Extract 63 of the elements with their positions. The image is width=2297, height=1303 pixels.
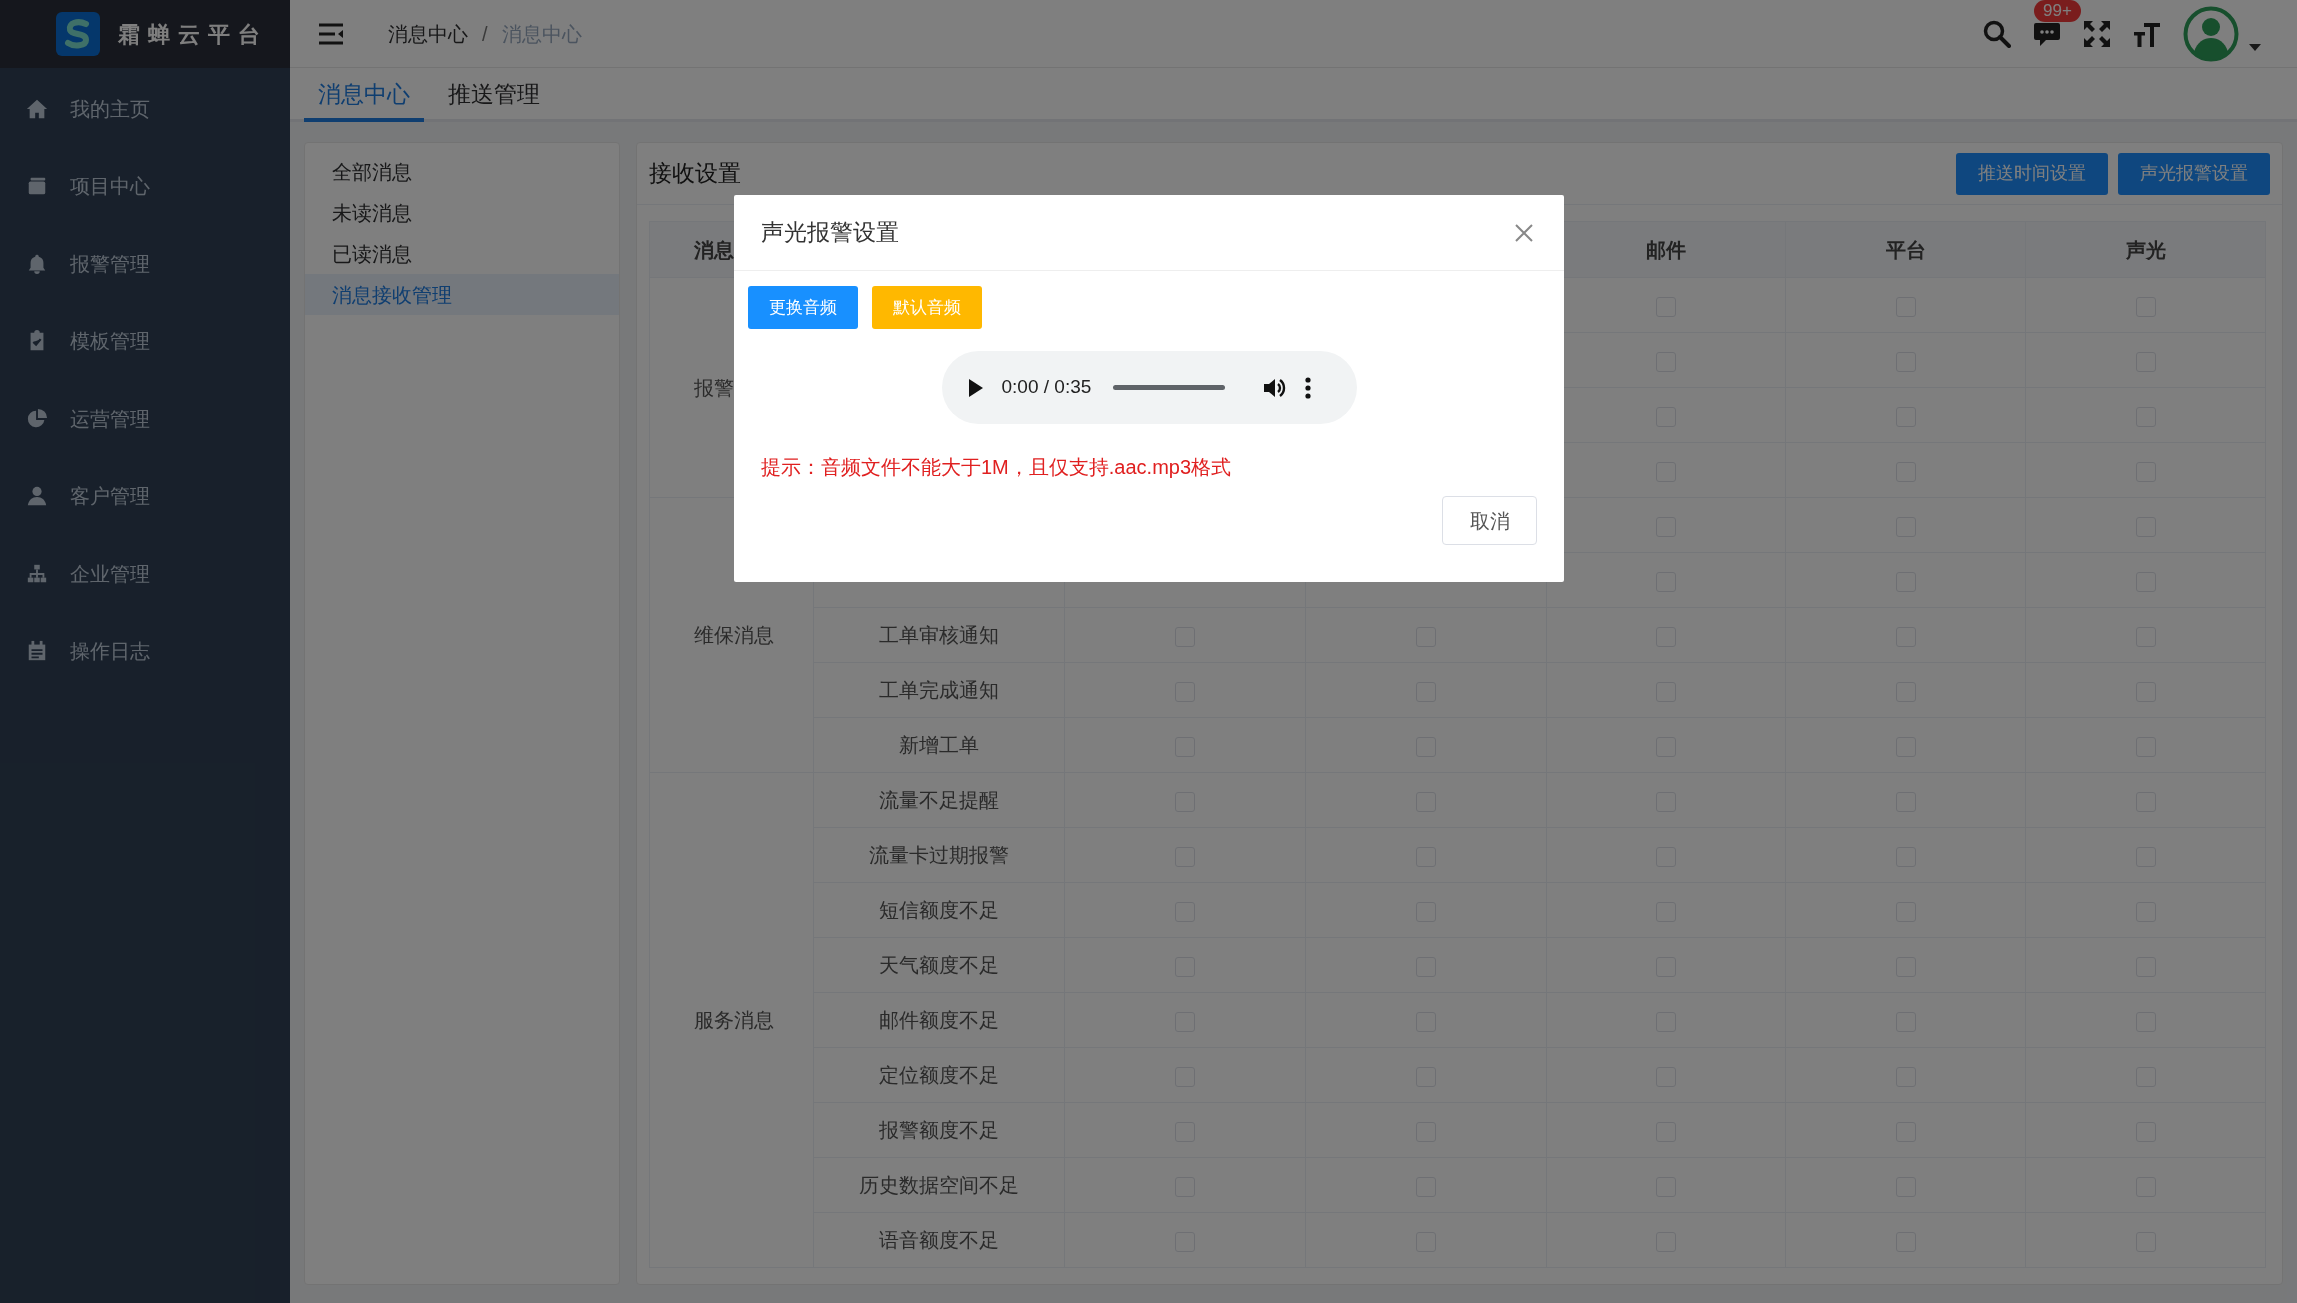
- home-icon: [26, 97, 48, 120]
- group-label: 报警: [694, 376, 734, 399]
- table-cell: 历史数据空间不足: [859, 1174, 1019, 1196]
- brand-title: 霜蝉云平台: [118, 20, 268, 49]
- group-label: 维保消息: [694, 624, 774, 646]
- sidebar-item[interactable]: 我的主页: [0, 70, 290, 148]
- table-cell: 新增工单: [899, 734, 979, 756]
- table-cell: 天气额度不足: [879, 954, 999, 976]
- bell-icon: [26, 252, 48, 275]
- table-cell: 流量卡过期报警: [869, 844, 1009, 866]
- logo-icon: [56, 12, 100, 56]
- pie-chart-icon: [26, 407, 48, 430]
- dialog-title: 声光报警设置: [761, 218, 899, 248]
- table-cell: 短信额度不足: [879, 899, 999, 921]
- search-icon[interactable]: [1983, 19, 2011, 48]
- column-header: 邮件: [1646, 238, 1686, 261]
- fullscreen-icon[interactable]: [2083, 19, 2111, 48]
- column-header: 消息: [694, 238, 734, 261]
- toolbar-button[interactable]: 声光报警设置: [2118, 152, 2270, 195]
- notepad-icon: [26, 640, 48, 663]
- sidebar-item[interactable]: 模板管理: [0, 302, 290, 380]
- breadcrumb-separator: /: [482, 21, 488, 47]
- menu-item[interactable]: 全部消息: [305, 151, 619, 192]
- menu-item[interactable]: 已读消息: [305, 233, 619, 274]
- sidebar-item[interactable]: 运营管理: [0, 380, 290, 458]
- menu-item[interactable]: 消息接收管理: [305, 274, 619, 315]
- sidebar-item[interactable]: 操作日志: [0, 612, 290, 690]
- table-cell: 流量不足提醒: [879, 789, 999, 811]
- table-cell: 邮件额度不足: [879, 1009, 999, 1031]
- toolbar-button[interactable]: 推送时间设置: [1956, 152, 2108, 195]
- more-icon[interactable]: [1305, 376, 1312, 399]
- sidebar-item[interactable]: 项目中心: [0, 147, 290, 225]
- group-label: 服务消息: [694, 1009, 774, 1031]
- audio-button[interactable]: 更换音频: [748, 286, 858, 329]
- person-icon: [26, 485, 48, 508]
- avatar-icon[interactable]: [2183, 5, 2239, 62]
- breadcrumb-link[interactable]: 消息中心: [388, 18, 468, 49]
- progress-slider[interactable]: [1113, 385, 1226, 390]
- sidebar-item[interactable]: 报警管理: [0, 225, 290, 303]
- table-cell: 工单审核通知: [879, 624, 999, 646]
- notification-badge: 99+: [2034, 0, 2081, 22]
- table-cell: 报警额度不足: [879, 1119, 999, 1141]
- table-cell: 工单完成通知: [879, 679, 999, 701]
- column-header: 平台: [1885, 238, 1926, 261]
- sidebar-item[interactable]: 客户管理: [0, 457, 290, 535]
- play-icon[interactable]: [967, 377, 984, 398]
- org-chart-icon: [26, 562, 48, 585]
- menu-item[interactable]: 未读消息: [305, 192, 619, 233]
- hint-text: 提示：音频文件不能大于1M，且仅支持.aac.mp3格式: [760, 455, 1233, 480]
- close-icon[interactable]: [1515, 223, 1533, 242]
- cancel-button[interactable]: 取消: [1442, 496, 1537, 545]
- volume-icon[interactable]: [1263, 376, 1288, 399]
- table-cell: 语音额度不足: [879, 1229, 999, 1251]
- tab[interactable]: 推送管理: [434, 70, 554, 122]
- sidebar-item[interactable]: 企业管理: [0, 535, 290, 613]
- menu-icon[interactable]: [318, 22, 344, 45]
- panel-title: 接收设置: [649, 159, 741, 189]
- audio-button[interactable]: 默认音频: [872, 286, 982, 329]
- column-header: 声光: [2125, 238, 2166, 261]
- table-cell: 定位额度不足: [879, 1064, 999, 1086]
- tab[interactable]: 消息中心: [304, 70, 424, 122]
- time-display: 0:00 / 0:35: [1001, 375, 1092, 400]
- caret-icon[interactable]: [2249, 43, 2261, 52]
